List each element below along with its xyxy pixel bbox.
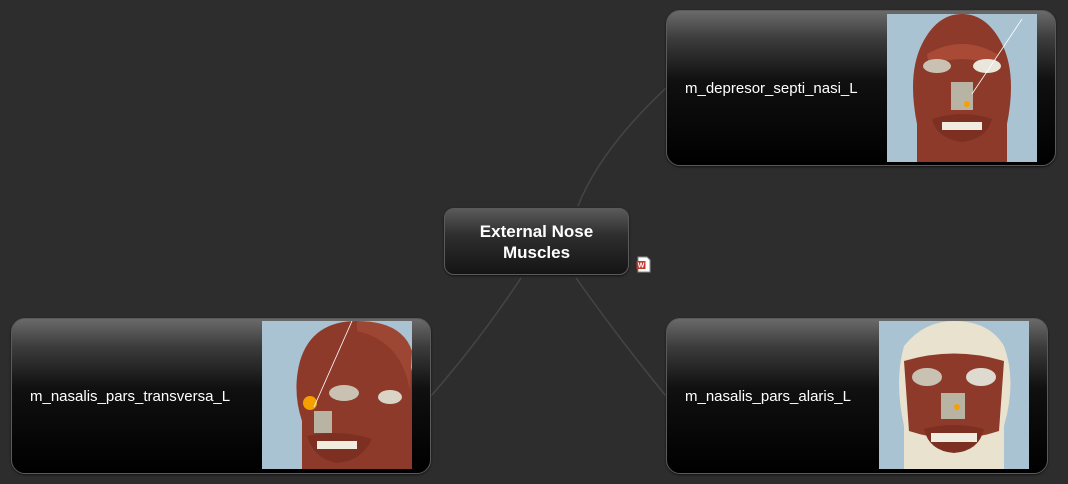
topic-label: m_depresor_septi_nasi_L (685, 80, 858, 97)
connector-to-transversa (430, 277, 522, 397)
face-anatomy-oblique-thumbnail (262, 321, 412, 469)
word-document-icon[interactable]: W (636, 256, 652, 273)
svg-text:W: W (638, 263, 645, 270)
face-anatomy-skull-frontal-thumbnail (879, 321, 1029, 469)
topic-node-nasalis-pars-transversa[interactable]: m_nasalis_pars_transversa_L (11, 318, 431, 474)
topic-label: m_nasalis_pars_transversa_L (30, 388, 231, 405)
central-topic[interactable]: External Nose Muscles (444, 208, 629, 275)
connector-to-depressor (577, 87, 667, 207)
face-anatomy-frontal-thumbnail (887, 14, 1037, 162)
central-topic-title: External Nose Muscles (479, 221, 594, 262)
topic-node-nasalis-pars-alaris[interactable]: m_nasalis_pars_alaris_L (666, 318, 1048, 474)
topic-label: m_nasalis_pars_alaris_L (685, 388, 851, 405)
connector-to-alaris (575, 277, 667, 397)
topic-node-depressor-septi-nasi[interactable]: m_depresor_septi_nasi_L (666, 10, 1056, 166)
